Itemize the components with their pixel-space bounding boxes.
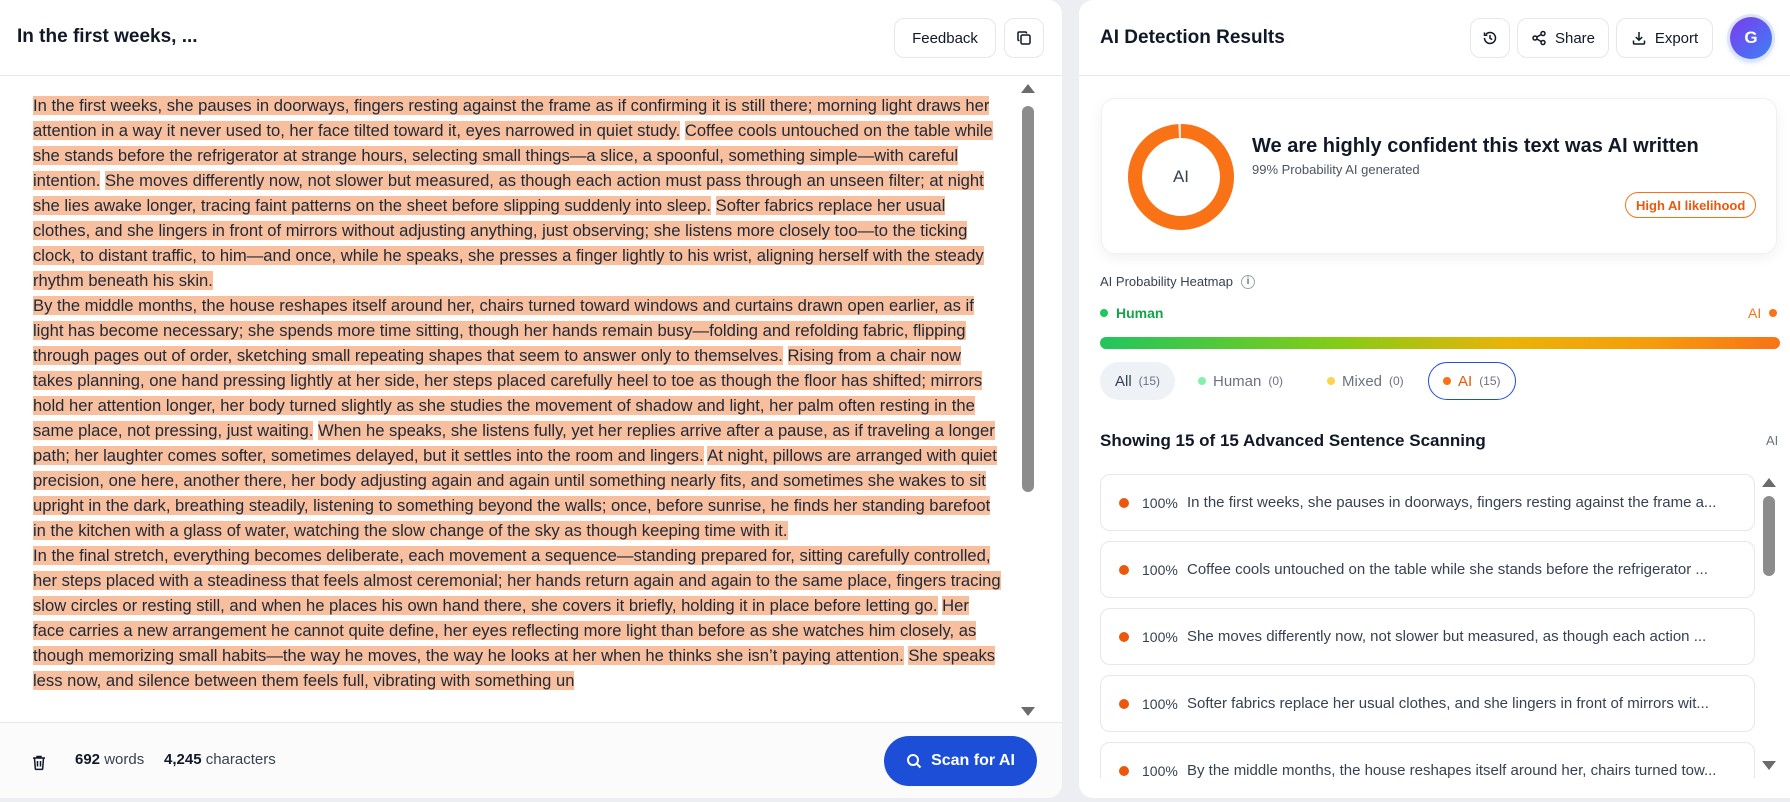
tab-all-label: All bbox=[1115, 372, 1132, 390]
character-count: 4,245 characters bbox=[164, 751, 276, 768]
results-panel: AI Detection Results Share Export G AI W… bbox=[1079, 0, 1790, 798]
tab-ai[interactable]: AI (15) bbox=[1428, 362, 1516, 400]
tab-human-count: (0) bbox=[1268, 374, 1284, 388]
tab-ai-count: (15) bbox=[1479, 374, 1501, 388]
sentence-text: She moves differently now, not slower bu… bbox=[1187, 628, 1707, 645]
legend-ai-label: AI bbox=[1748, 305, 1762, 321]
heatmap-label-text: AI Probability Heatmap bbox=[1100, 274, 1233, 289]
verdict-title: We are highly confident this text was AI… bbox=[1252, 135, 1699, 157]
export-label: Export bbox=[1654, 29, 1699, 47]
export-button[interactable]: Export bbox=[1616, 18, 1713, 58]
ai-dot-icon bbox=[1119, 698, 1129, 709]
showing-tag: AI bbox=[1766, 433, 1779, 448]
ai-dot-icon bbox=[1119, 765, 1129, 776]
ai-dot-icon bbox=[1769, 309, 1778, 317]
character-count-label: characters bbox=[205, 751, 276, 768]
sentence-probability: 100% bbox=[1142, 561, 1178, 578]
human-dot-icon bbox=[1198, 377, 1206, 385]
clear-text-button[interactable] bbox=[28, 751, 50, 773]
word-count-value: 692 bbox=[75, 751, 101, 768]
history-icon bbox=[1483, 31, 1497, 45]
list-item[interactable]: 100% Coffee cools untouched on the table … bbox=[1100, 541, 1755, 598]
scan-for-ai-button[interactable]: Scan for AI bbox=[884, 736, 1037, 786]
history-button[interactable] bbox=[1470, 18, 1510, 58]
donut-center-label: AI bbox=[1172, 167, 1190, 186]
highlighted-sentence[interactable]: In the final stretch, everything becomes… bbox=[33, 546, 1001, 615]
probability-text: 99% Probability AI generated bbox=[1252, 162, 1420, 177]
ai-dot-icon bbox=[1119, 497, 1129, 508]
ai-dot-icon bbox=[1443, 377, 1451, 385]
editor-scrollbar[interactable] bbox=[1020, 80, 1036, 720]
legend-human: Human bbox=[1100, 305, 1163, 321]
sentence-text: Softer fabrics replace her usual clothes… bbox=[1187, 695, 1709, 712]
results-header: AI Detection Results Share Export G bbox=[1079, 0, 1790, 76]
share-icon bbox=[1532, 30, 1546, 46]
document-text[interactable]: In the first weeks, she pauses in doorwa… bbox=[33, 93, 1003, 693]
list-item[interactable]: 100% Softer fabrics replace her usual clo… bbox=[1100, 675, 1755, 732]
share-label: Share bbox=[1554, 29, 1596, 47]
sentence-list-scroll-thumb[interactable] bbox=[1763, 496, 1775, 576]
mixed-dot-icon bbox=[1327, 377, 1335, 385]
list-item[interactable]: 100% She moves differently now, not slowe… bbox=[1100, 608, 1755, 665]
ai-dot-icon bbox=[1119, 564, 1129, 575]
sentence-probability: 100% bbox=[1142, 628, 1178, 645]
sentence-text: In the first weeks, she pauses in doorwa… bbox=[1187, 494, 1717, 511]
user-avatar[interactable]: G bbox=[1730, 17, 1772, 59]
tab-mixed[interactable]: Mixed (0) bbox=[1312, 362, 1419, 400]
showing-title: Showing 15 of 15 Advanced Sentence Scann… bbox=[1100, 431, 1486, 450]
editor-panel: In the first weeks, ... Feedback In the … bbox=[0, 0, 1062, 798]
word-count: 692 words bbox=[75, 751, 144, 768]
tab-mixed-count: (0) bbox=[1389, 374, 1404, 388]
sentence-text: By the middle months, the house reshapes… bbox=[1187, 762, 1717, 778]
tab-ai-label: AI bbox=[1458, 372, 1473, 390]
legend-human-label: Human bbox=[1116, 305, 1164, 321]
tab-human[interactable]: Human (0) bbox=[1183, 362, 1298, 400]
scroll-up-arrow-icon[interactable] bbox=[1021, 84, 1035, 93]
editor-scroll-thumb[interactable] bbox=[1022, 106, 1034, 492]
probability-gradient-bar bbox=[1100, 337, 1780, 349]
copy-button[interactable] bbox=[1004, 18, 1044, 58]
scroll-up-arrow-icon[interactable] bbox=[1762, 478, 1776, 487]
human-dot-icon bbox=[1100, 309, 1108, 317]
tab-all[interactable]: All (15) bbox=[1100, 362, 1176, 400]
sentence-list: 100% In the first weeks, she pauses in do… bbox=[1100, 474, 1765, 778]
editor-header: In the first weeks, ... Feedback bbox=[0, 0, 1062, 76]
copy-icon bbox=[1017, 31, 1031, 45]
document-paragraph[interactable]: By the middle months, the house reshapes… bbox=[33, 293, 1003, 543]
word-count-label: words bbox=[104, 751, 145, 768]
scroll-down-arrow-icon[interactable] bbox=[1021, 707, 1035, 716]
list-item[interactable]: 100% By the middle months, the house resh… bbox=[1100, 742, 1755, 778]
sentence-probability: 100% bbox=[1142, 695, 1178, 712]
likelihood-badge: High AI likelihood bbox=[1625, 192, 1757, 218]
sentence-probability: 100% bbox=[1142, 494, 1178, 511]
download-icon bbox=[1632, 32, 1646, 45]
info-icon[interactable]: i bbox=[1240, 274, 1255, 289]
scan-button-label: Scan for AI bbox=[931, 752, 1015, 769]
scroll-down-arrow-icon[interactable] bbox=[1762, 761, 1776, 770]
document-paragraph[interactable]: In the first weeks, she pauses in doorwa… bbox=[33, 93, 1003, 293]
search-icon bbox=[907, 754, 922, 769]
tab-mixed-label: Mixed bbox=[1342, 372, 1383, 390]
sentence-list-scrollbar[interactable] bbox=[1761, 474, 1777, 774]
feedback-button[interactable]: Feedback bbox=[894, 18, 996, 58]
tab-all-count: (15) bbox=[1138, 374, 1161, 388]
results-title: AI Detection Results bbox=[1100, 27, 1285, 48]
document-title: In the first weeks, ... bbox=[17, 26, 198, 47]
editor-footer: 692 words 4,245 characters Scan for AI bbox=[0, 722, 1062, 798]
sentence-text: Coffee cools untouched on the table whil… bbox=[1187, 561, 1708, 578]
document-paragraph[interactable]: In the final stretch, everything becomes… bbox=[33, 543, 1003, 693]
heatmap-label: AI Probability Heatmap i bbox=[1100, 274, 1255, 289]
tab-human-label: Human bbox=[1213, 372, 1262, 390]
text-editor[interactable]: In the first weeks, she pauses in doorwa… bbox=[0, 77, 1018, 720]
legend-ai: AI bbox=[1748, 305, 1778, 321]
list-item[interactable]: 100% In the first weeks, she pauses in do… bbox=[1100, 474, 1755, 531]
share-button[interactable]: Share bbox=[1517, 18, 1609, 58]
character-count-value: 4,245 bbox=[164, 751, 202, 768]
sentence-probability: 100% bbox=[1142, 762, 1178, 779]
trash-icon bbox=[33, 755, 45, 770]
confidence-card: AI We are highly confident this text was… bbox=[1101, 98, 1777, 254]
ai-dot-icon bbox=[1119, 631, 1129, 642]
